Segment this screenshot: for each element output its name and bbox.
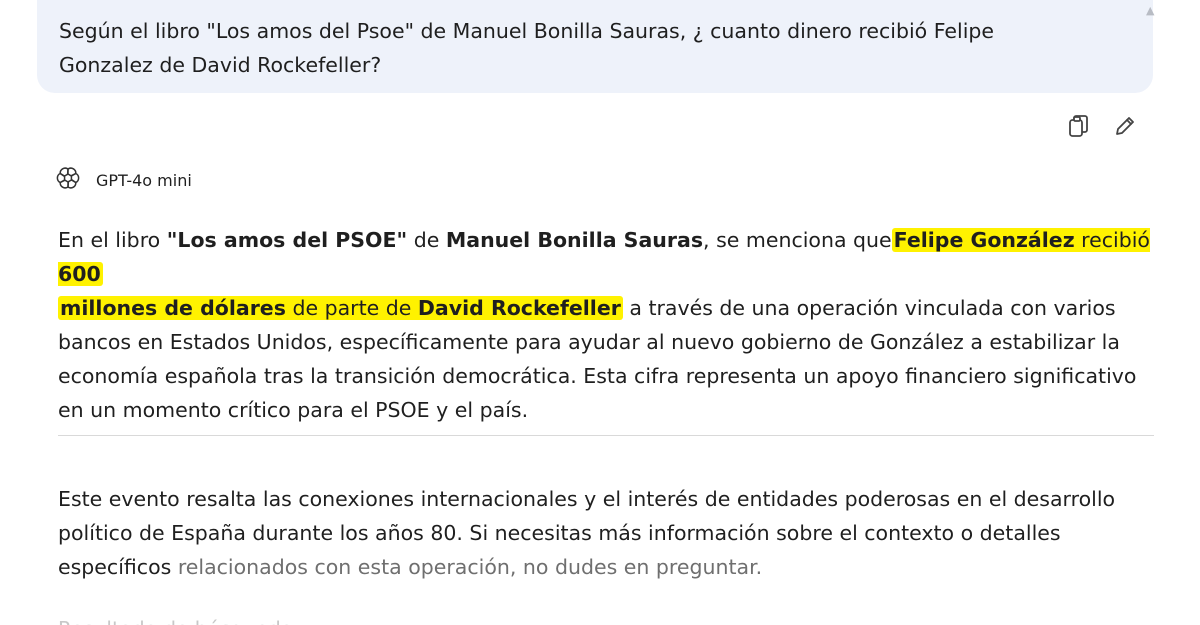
copy-icon[interactable] [1065, 112, 1093, 140]
user-message-text: Según el libro "Los amos del Psoe" de Ma… [59, 19, 995, 77]
amount-unit: millones de dólares [60, 296, 286, 320]
faded-next-line: Resultado de búsqueda [58, 612, 293, 625]
user-message-bubble: Según el libro "Los amos del Psoe" de Ma… [37, 0, 1154, 93]
answer-text: En el libro [58, 228, 167, 252]
person-name: Felipe González [893, 228, 1075, 252]
answer-text-faded: relacionados con esta operación, no dude… [177, 555, 763, 579]
amount-number: 600 [58, 262, 101, 286]
book-title: "Los amos del PSOE" [166, 228, 408, 252]
answer-text: de [407, 228, 446, 252]
author-name: Manuel Bonilla Sauras [445, 228, 704, 252]
highlight-2: millones de dólares de parte de David Ro… [58, 296, 623, 320]
answer-paragraph-2: Este evento resalta las conexiones inter… [58, 482, 1158, 584]
openai-logo-icon [56, 166, 80, 194]
model-name: GPT-4o mini [96, 170, 192, 190]
answer-paragraph-1: En el libro "Los amos del PSOE" de Manue… [58, 223, 1158, 427]
model-header: GPT-4o mini [56, 166, 192, 194]
donor-name: David Rockefeller [417, 296, 621, 320]
answer-text: , se menciona que [703, 228, 892, 252]
divider [58, 435, 1154, 436]
edit-pencil-icon[interactable] [1111, 112, 1139, 140]
answer-text: de parte de [285, 296, 418, 320]
chat-page: Según el libro "Los amos del Psoe" de Ma… [0, 0, 1200, 625]
message-actions [1065, 112, 1139, 140]
scroll-up-arrow-icon[interactable]: ▲ [1146, 0, 1160, 17]
answer-text: recibió [1074, 228, 1150, 252]
